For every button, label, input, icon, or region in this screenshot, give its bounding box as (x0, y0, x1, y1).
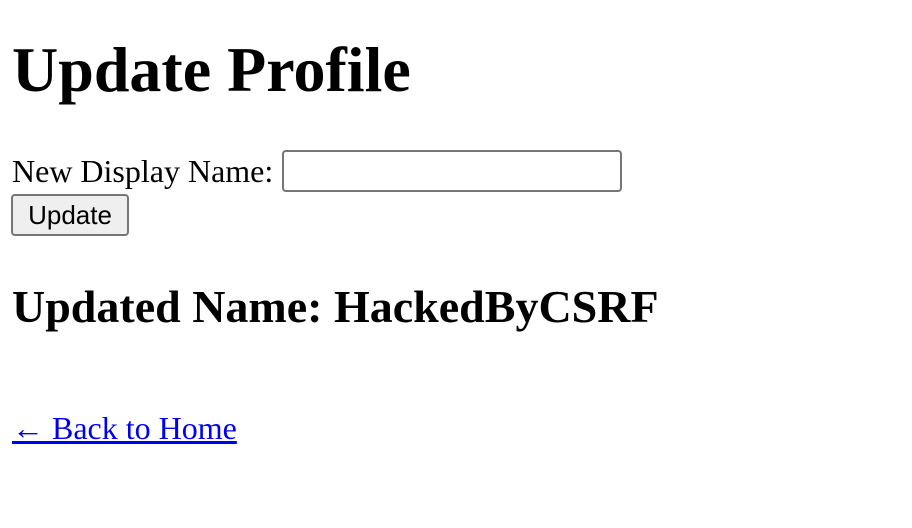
display-name-label: New Display Name: (12, 152, 274, 189)
back-to-home-link[interactable]: ← Back to Home (12, 408, 237, 448)
profile-form: New Display Name: (12, 150, 623, 192)
update-button[interactable]: Update (11, 194, 129, 236)
updated-name-heading: Updated Name: HackedByCSRF (12, 281, 659, 332)
display-name-input[interactable] (282, 150, 623, 192)
page-title: Update Profile (12, 34, 411, 105)
